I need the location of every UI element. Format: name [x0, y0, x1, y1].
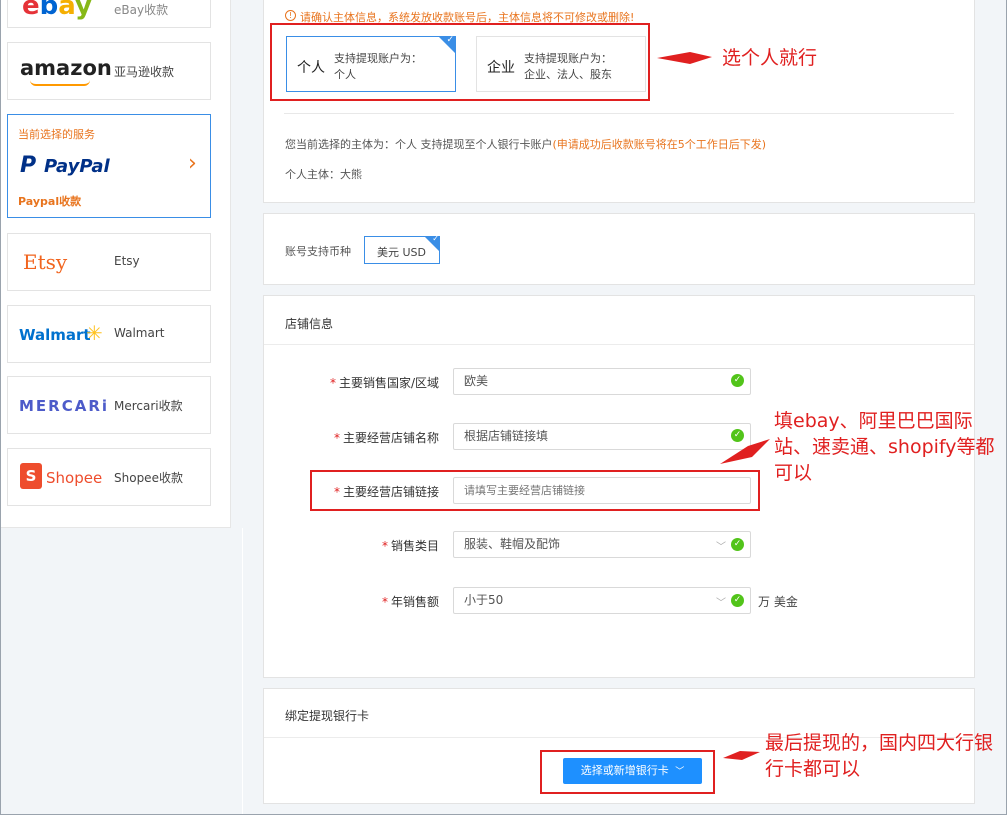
annotation-note-1: 选个人就行 [722, 47, 818, 69]
annotation-note-3: 最后提现的，国内四大行银行卡都可以 [765, 732, 994, 780]
annotation-note-2: 填ebay、阿里巴巴国际站、速卖通、shopify等都可以 [774, 410, 995, 484]
arrow-icon [720, 439, 770, 464]
arrow-icon [723, 751, 760, 760]
arrow-icon [657, 52, 712, 64]
